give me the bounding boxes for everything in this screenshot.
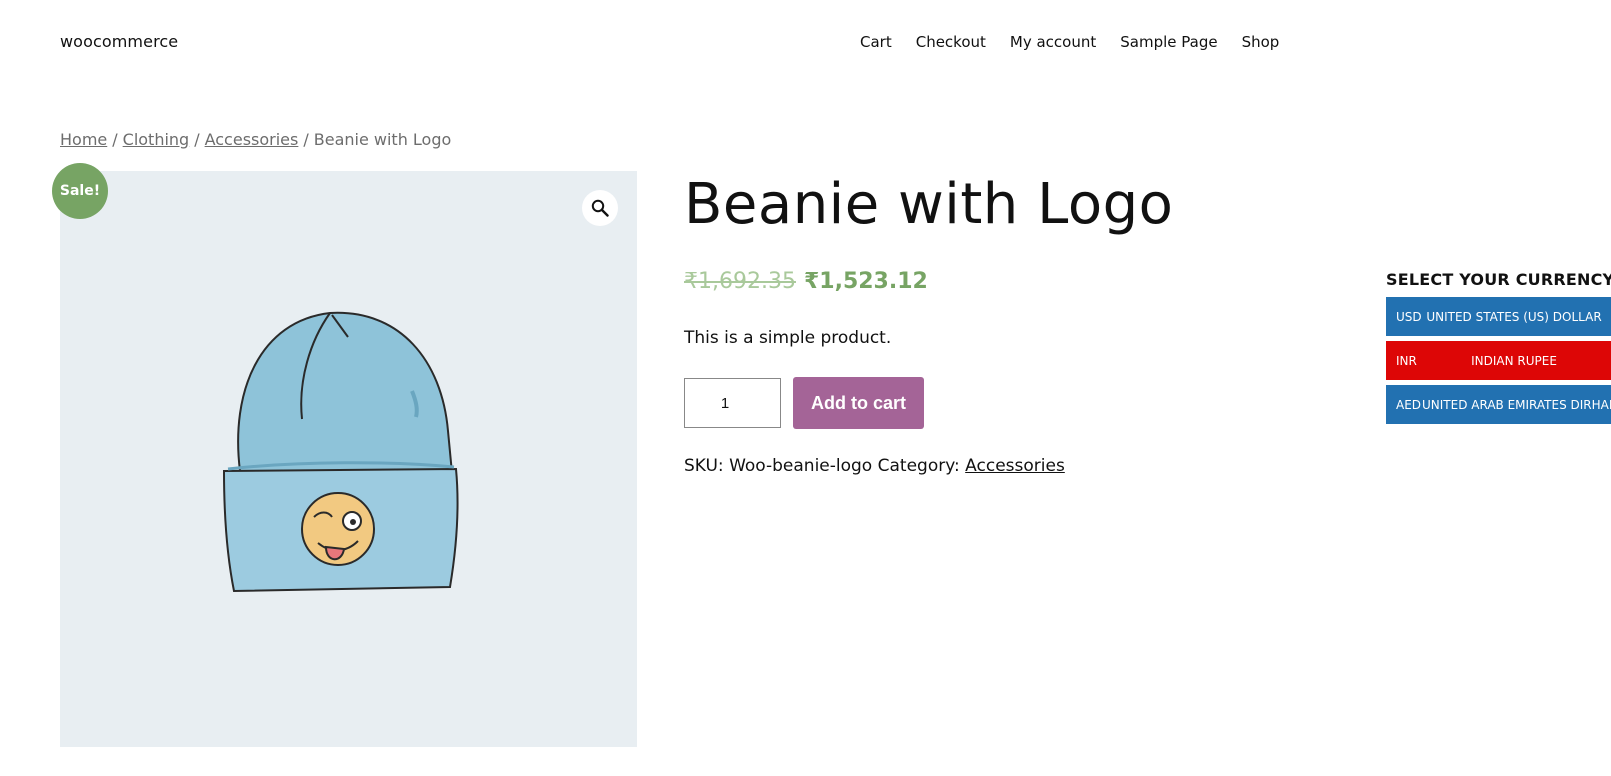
nav-checkout[interactable]: Checkout [916, 33, 986, 51]
currency-option-inr[interactable]: INR INDIAN RUPEE [1386, 341, 1611, 380]
short-description: This is a simple product. [684, 328, 892, 348]
nav-cart[interactable]: Cart [860, 33, 892, 51]
sale-badge: Sale! [52, 163, 108, 219]
category-label: Category: [877, 456, 960, 476]
sale-price: ₹1,523.12 [803, 269, 928, 294]
sku-value: Woo-beanie-logo [729, 456, 873, 476]
primary-nav: Cart Checkout My account Sample Page Sho… [860, 33, 1279, 51]
product-title: Beanie with Logo [684, 172, 1174, 237]
product-price: ₹1,692.35 ₹1,523.12 [684, 269, 928, 294]
breadcrumb-separator: / [112, 130, 118, 149]
breadcrumb-current: Beanie with Logo [313, 130, 452, 149]
breadcrumb: Home / Clothing / Accessories / Beanie with Lo… [60, 130, 451, 149]
magnifier-icon-glyph [591, 199, 609, 217]
site-title[interactable]: woocommerce [60, 32, 178, 51]
currency-code: AED [1396, 397, 1422, 412]
currency-name: UNITED STATES (US) DOLLAR [1426, 309, 1602, 324]
nav-my-account[interactable]: My account [1010, 33, 1096, 51]
currency-switcher: SELECT YOUR CURRENCY USD UNITED STATES (… [1386, 270, 1611, 429]
currency-name: INDIAN RUPEE [1471, 353, 1557, 368]
nav-sample-page[interactable]: Sample Page [1120, 33, 1217, 51]
currency-name: UNITED ARAB EMIRATES DIRHAM [1422, 397, 1611, 412]
add-to-cart-button[interactable]: Add to cart [793, 377, 924, 429]
breadcrumb-clothing[interactable]: Clothing [123, 130, 190, 149]
quantity-input[interactable] [684, 378, 781, 428]
breadcrumb-separator: / [194, 130, 200, 149]
product-meta: SKU: Woo-beanie-logo Category: Accessori… [684, 456, 1065, 476]
beanie-product-image [222, 311, 459, 593]
breadcrumb-accessories[interactable]: Accessories [205, 130, 299, 149]
magnifier-icon[interactable] [582, 190, 618, 226]
currency-code: INR [1396, 353, 1417, 368]
currency-option-usd[interactable]: USD UNITED STATES (US) DOLLAR [1386, 297, 1611, 336]
sku-label: SKU: [684, 456, 724, 476]
currency-option-aed[interactable]: AED UNITED ARAB EMIRATES DIRHAM [1386, 385, 1611, 424]
nav-shop[interactable]: Shop [1242, 33, 1280, 51]
currency-switcher-title: SELECT YOUR CURRENCY [1386, 270, 1611, 289]
product-gallery[interactable] [60, 171, 637, 747]
regular-price: ₹1,692.35 [684, 269, 796, 294]
category-link[interactable]: Accessories [965, 456, 1065, 476]
currency-code: USD [1396, 309, 1422, 324]
breadcrumb-separator: / [303, 130, 309, 149]
breadcrumb-home[interactable]: Home [60, 130, 107, 149]
